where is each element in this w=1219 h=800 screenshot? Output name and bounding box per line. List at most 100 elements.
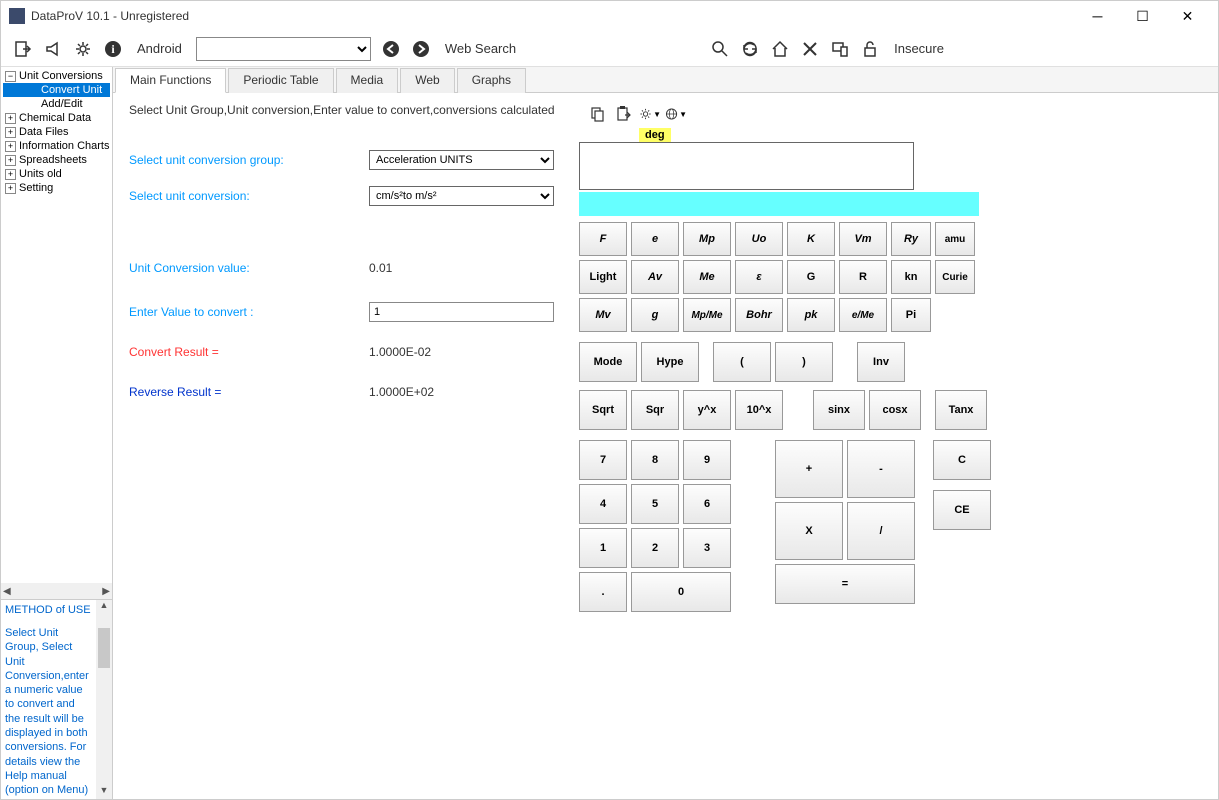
lock-open-icon[interactable]: [860, 39, 880, 59]
calc-rparen[interactable]: ): [775, 342, 833, 382]
minimize-button[interactable]: ─: [1075, 2, 1120, 30]
calc-cos[interactable]: cosx: [869, 390, 921, 430]
calc-amu[interactable]: amu: [935, 222, 975, 256]
tree-add-edit[interactable]: Add/Edit: [3, 97, 110, 111]
calc-mv[interactable]: Mv: [579, 298, 627, 332]
calc-vm[interactable]: Vm: [839, 222, 887, 256]
tree-setting[interactable]: +Setting: [3, 181, 110, 195]
calc-ce[interactable]: CE: [933, 490, 991, 530]
conversion-select[interactable]: cm/s²to m/s²: [369, 186, 554, 206]
tree-data-files[interactable]: +Data Files: [3, 125, 110, 139]
group-select[interactable]: Acceleration UNITS: [369, 150, 554, 170]
scroll-right-icon[interactable]: ▶: [102, 586, 110, 597]
devices-icon[interactable]: [830, 39, 850, 59]
calc-3[interactable]: 3: [683, 528, 731, 568]
calc-dot[interactable]: .: [579, 572, 627, 612]
tree-units-old[interactable]: +Units old: [3, 167, 110, 181]
collapse-icon[interactable]: −: [5, 71, 16, 82]
scrollbar-thumb[interactable]: [98, 628, 110, 668]
calc-lparen[interactable]: (: [713, 342, 771, 382]
tree-spreadsheets[interactable]: +Spreadsheets: [3, 153, 110, 167]
home-icon[interactable]: [770, 39, 790, 59]
calc-10x[interactable]: 10^x: [735, 390, 783, 430]
nav-tree[interactable]: −Unit Conversions Convert Unit Add/Edit …: [1, 67, 112, 583]
tab-periodic-table[interactable]: Periodic Table: [228, 68, 333, 93]
calc-sqr[interactable]: Sqr: [631, 390, 679, 430]
tree-convert-unit[interactable]: Convert Unit: [3, 83, 110, 97]
calc-5[interactable]: 5: [631, 484, 679, 524]
tree-hscrollbar[interactable]: ◀ ▶: [1, 583, 112, 599]
calc-6[interactable]: 6: [683, 484, 731, 524]
calc-4[interactable]: 4: [579, 484, 627, 524]
announce-icon[interactable]: [43, 39, 63, 59]
calc-kn[interactable]: kn: [891, 260, 931, 294]
calc-e[interactable]: e: [631, 222, 679, 256]
calc-div[interactable]: /: [847, 502, 915, 560]
forward-icon[interactable]: [411, 39, 431, 59]
calc-uo[interactable]: Uo: [735, 222, 783, 256]
calc-pk[interactable]: pk: [787, 298, 835, 332]
calc-r[interactable]: R: [839, 260, 887, 294]
calc-inv[interactable]: Inv: [857, 342, 905, 382]
calc-eme[interactable]: e/Me: [839, 298, 887, 332]
calc-7[interactable]: 7: [579, 440, 627, 480]
calc-g[interactable]: g: [631, 298, 679, 332]
export-icon[interactable]: [13, 39, 33, 59]
info-icon[interactable]: i: [103, 39, 123, 59]
enter-value-input[interactable]: [369, 302, 554, 322]
calc-eq[interactable]: =: [775, 564, 915, 604]
maximize-button[interactable]: ☐: [1120, 2, 1165, 30]
tab-media[interactable]: Media: [336, 68, 399, 93]
back-icon[interactable]: [381, 39, 401, 59]
calc-curie[interactable]: Curie: [935, 260, 975, 294]
calc-tan[interactable]: Tanx: [935, 390, 987, 430]
expand-icon[interactable]: +: [5, 127, 16, 138]
calc-mode[interactable]: Mode: [579, 342, 637, 382]
help-vscrollbar[interactable]: ▲ ▼: [96, 600, 112, 799]
scroll-up-icon[interactable]: ▲: [96, 600, 112, 614]
calc-sin[interactable]: sinx: [813, 390, 865, 430]
calc-eps[interactable]: ε: [735, 260, 783, 294]
calc-me[interactable]: Me: [683, 260, 731, 294]
gear-icon[interactable]: [73, 39, 93, 59]
calc-ry[interactable]: Ry: [891, 222, 931, 256]
calc-light[interactable]: Light: [579, 260, 627, 294]
expand-icon[interactable]: +: [5, 155, 16, 166]
calc-g-const[interactable]: G: [787, 260, 835, 294]
calc-bohr[interactable]: Bohr: [735, 298, 783, 332]
calc-9[interactable]: 9: [683, 440, 731, 480]
close-button[interactable]: ✕: [1165, 2, 1210, 30]
tab-graphs[interactable]: Graphs: [457, 68, 526, 93]
scroll-down-icon[interactable]: ▼: [96, 785, 112, 799]
platform-select[interactable]: [196, 37, 371, 61]
paste-icon[interactable]: [613, 103, 635, 125]
calc-minus[interactable]: -: [847, 440, 915, 498]
calc-k[interactable]: K: [787, 222, 835, 256]
scroll-left-icon[interactable]: ◀: [3, 586, 11, 597]
web-search-label[interactable]: Web Search: [445, 41, 516, 56]
calc-1[interactable]: 1: [579, 528, 627, 568]
tab-main-functions[interactable]: Main Functions: [115, 68, 226, 93]
calc-pow[interactable]: y^x: [683, 390, 731, 430]
expand-icon[interactable]: +: [5, 183, 16, 194]
tab-web[interactable]: Web: [400, 68, 454, 93]
calc-8[interactable]: 8: [631, 440, 679, 480]
calc-0[interactable]: 0: [631, 572, 731, 612]
cancel-icon[interactable]: [800, 39, 820, 59]
copy-icon[interactable]: [587, 103, 609, 125]
calc-f[interactable]: F: [579, 222, 627, 256]
calc-display[interactable]: [579, 142, 914, 190]
search-icon[interactable]: [710, 39, 730, 59]
calc-mult[interactable]: X: [775, 502, 843, 560]
expand-icon[interactable]: +: [5, 113, 16, 124]
settings-icon[interactable]: ▼: [639, 103, 661, 125]
tree-chemical-data[interactable]: +Chemical Data: [3, 111, 110, 125]
calc-mpme[interactable]: Mp/Me: [683, 298, 731, 332]
tree-unit-conversions[interactable]: −Unit Conversions: [3, 69, 110, 83]
calc-mp[interactable]: Mp: [683, 222, 731, 256]
calc-pi[interactable]: Pi: [891, 298, 931, 332]
calc-c[interactable]: C: [933, 440, 991, 480]
expand-icon[interactable]: +: [5, 169, 16, 180]
calc-sqrt[interactable]: Sqrt: [579, 390, 627, 430]
calc-2[interactable]: 2: [631, 528, 679, 568]
